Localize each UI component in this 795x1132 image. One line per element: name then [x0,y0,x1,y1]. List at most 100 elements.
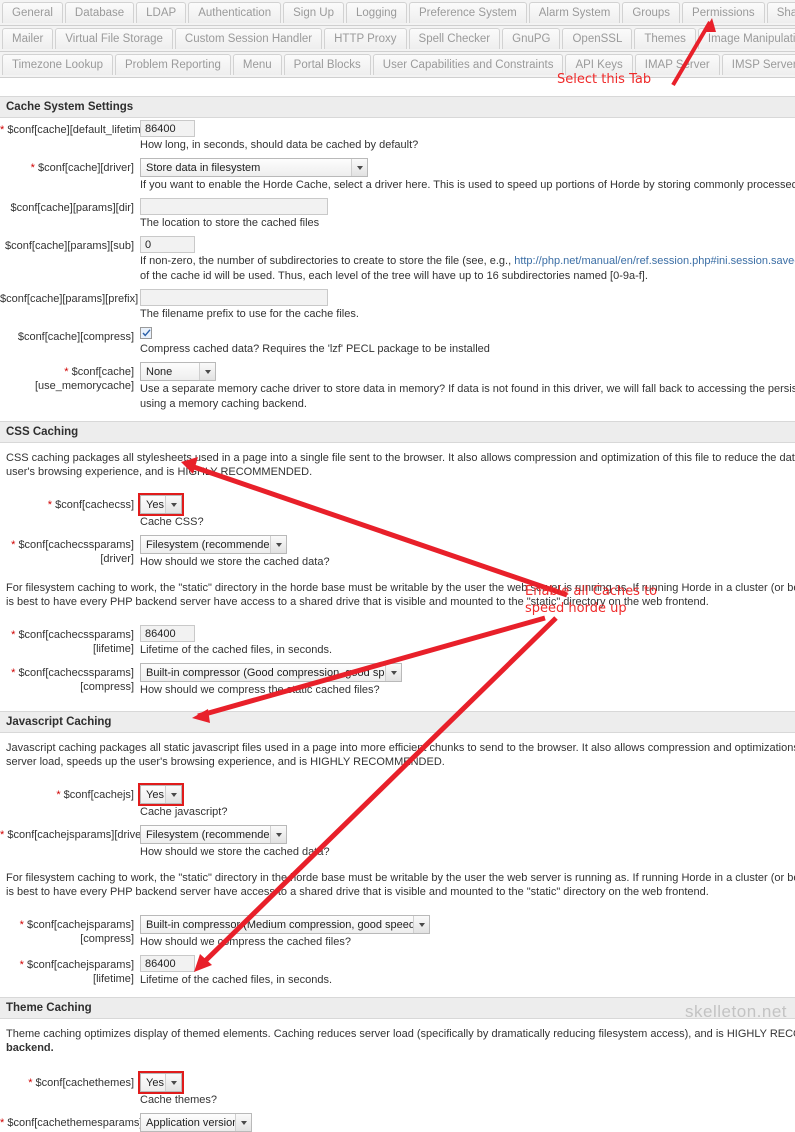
field-label-cachejs: * $conf[cachejs] [56,789,134,802]
tab-sign-up[interactable]: Sign Up [283,2,345,23]
intro-line-2: user's browsing experience, and is HIGHL… [6,466,313,479]
input-cachecss-lifetime[interactable] [140,625,195,643]
tab-openssl[interactable]: OpenSSL [562,28,633,49]
input-default-lifetime[interactable] [140,120,195,137]
select-cachecss[interactable]: Yes [138,493,184,517]
tab-label: Timezone Lookup [12,59,103,71]
select-value: None [146,365,173,378]
tab-menu[interactable]: Menu [232,54,282,75]
field-row-cache-driver: * $conf[cache][driver] Store data in fil… [0,156,795,196]
tab-label: OpenSSL [572,33,623,45]
tab-label: Authentication [198,7,272,19]
label-line-1: * $conf[cachejsparams] [19,959,134,972]
field-label-cachecss-driver: * $conf[cachecssparams] [driver] [0,535,140,566]
required-marker: * [19,959,24,972]
tab-mailer[interactable]: Mailer [2,28,54,49]
tab-permissions[interactable]: Permissions [682,2,765,23]
select-cachejs-compress[interactable]: Built-in compressor (Medium compression,… [140,915,430,935]
tab-portal-blocks[interactable]: Portal Blocks [283,54,371,75]
tab-label: General [12,7,53,19]
php-manual-link[interactable]: http://php.net/manual/en/ref.session.php… [514,255,795,267]
checkbox-compress[interactable] [140,327,152,340]
select-value: Yes [146,498,164,511]
field-label-cachejs-lifetime: * $conf[cachejsparams] [lifetime] [0,955,140,986]
select-cachejs[interactable]: Yes [138,783,184,807]
required-marker: * [0,1117,5,1130]
tab-alarm-system[interactable]: Alarm System [528,2,621,23]
tab-problem-reporting[interactable]: Problem Reporting [115,54,231,75]
field-row-params-prefix: $conf[cache][params][prefix] The filenam… [0,287,795,325]
tab-image-manipulation[interactable]: Image Manipulation [697,28,795,49]
intro-line-1: CSS caching packages all stylesheets use… [6,452,795,465]
select-value: Filesystem (recommended) [146,538,270,551]
select-cachejs-driver[interactable]: Filesystem (recommended) [140,825,287,845]
section-header-css-caching: CSS Caching [0,421,795,444]
tab-label: Database [74,7,125,19]
field-label-cachecss-compress: * $conf[cachecssparams] [compress] [0,663,140,694]
field-row-default-lifetime: * $conf[cache][default_lifetime] How lon… [0,118,795,156]
chevron-down-icon [165,1074,181,1092]
select-cachecss-compress[interactable]: Built-in compressor (Good compression, g… [140,663,402,683]
tab-shares[interactable]: Shares [766,2,795,23]
tabstrip-row-1: General Database LDAP Authentication Sig… [0,0,795,26]
label-line-1: * $conf[cachejsparams] [19,919,134,932]
input-params-dir[interactable] [140,198,328,215]
tab-label: Problem Reporting [125,59,221,71]
input-params-sub[interactable] [140,236,195,253]
section-intro-css-caching: CSS caching packages all stylesheets use… [0,443,795,481]
tab-label: IMSP Server [731,59,795,71]
tab-groups[interactable]: Groups [622,2,681,23]
section-header-js-caching: Javascript Caching [0,711,795,734]
tab-gnupg[interactable]: GnuPG [502,28,561,49]
field-row-compress: $conf[cache][compress] Compress cached d… [0,325,795,360]
tab-label: Permissions [692,7,755,19]
field-label-cachethemes: * $conf[cachethemes] [28,1077,134,1090]
field-desc-default-lifetime: How long, in seconds, should data be cac… [140,139,419,151]
select-cache-driver[interactable]: Store data in filesystem [140,158,368,177]
field-label-compress: $conf[cache][compress] [17,331,134,343]
tab-logging[interactable]: Logging [346,2,407,23]
field-row-cachecss-driver: * $conf[cachecssparams] [driver] Filesys… [0,533,795,573]
annotation-enable-all-caches-line2: speed horde up [525,601,627,616]
chevron-down-icon [235,1114,251,1132]
tab-label: Virtual File Storage [65,33,163,45]
tab-custom-session-handler[interactable]: Custom Session Handler [174,28,323,49]
input-cachejs-lifetime[interactable] [140,955,195,973]
tab-label: Alarm System [538,7,611,19]
select-use-memorycache[interactable]: None [140,362,216,382]
tab-user-capabilities[interactable]: User Capabilities and Constraints [372,54,564,75]
field-row-cachecss: * $conf[cachecss] Yes Cache CSS? [0,493,795,533]
select-value: Built-in compressor (Good compression, g… [146,666,385,679]
input-params-prefix[interactable] [140,289,328,306]
tab-imsp-server[interactable]: IMSP Server [721,54,795,75]
field-label-cachecss: * $conf[cachecss] [47,499,134,512]
field-desc-params-dir: The location to store the cached files [140,217,320,229]
select-cachethemes[interactable]: Yes [138,1071,184,1095]
tab-spell-checker[interactable]: Spell Checker [408,28,501,49]
select-cachethemesparams[interactable]: Application versions [140,1113,252,1132]
field-desc-cachecss-compress: How should we compress the static cached… [140,684,380,697]
tab-virtual-file-storage[interactable]: Virtual File Storage [55,28,173,49]
tab-authentication[interactable]: Authentication [188,2,282,23]
field-desc-cachejs-driver: How should we store the cached data? [140,846,330,859]
label-line-1: * $conf[cachecssparams] [11,667,134,680]
intro-line-1: Theme caching optimizes display of theme… [6,1028,795,1041]
label-line-1: * $conf[cache] [64,366,134,379]
field-label-params-prefix: $conf[cache][params][prefix] [0,293,139,305]
field-row-cachejs-driver: * $conf[cachejsparams][driver] Filesyste… [0,823,795,863]
tab-themes[interactable]: Themes [634,28,696,49]
field-label-params-sub: $conf[cache][params][sub] [4,240,134,252]
tab-general[interactable]: General [2,2,63,23]
tab-preference-system[interactable]: Preference System [408,2,527,23]
intro-line-2: server load, speeds up the user's browsi… [6,756,445,769]
select-cachecss-driver[interactable]: Filesystem (recommended) [140,535,287,555]
tab-http-proxy[interactable]: HTTP Proxy [324,28,407,49]
tab-ldap[interactable]: LDAP [136,2,187,23]
intro-line-2: backend. [6,1042,54,1055]
tab-label: Portal Blocks [293,59,361,71]
tab-database[interactable]: Database [64,2,135,23]
select-value: Filesystem (recommended) [146,828,270,841]
chevron-down-icon [165,786,181,804]
tab-timezone-lookup[interactable]: Timezone Lookup [2,54,113,75]
tabstrip-row-3: Timezone Lookup Problem Reporting Menu P… [0,52,795,78]
